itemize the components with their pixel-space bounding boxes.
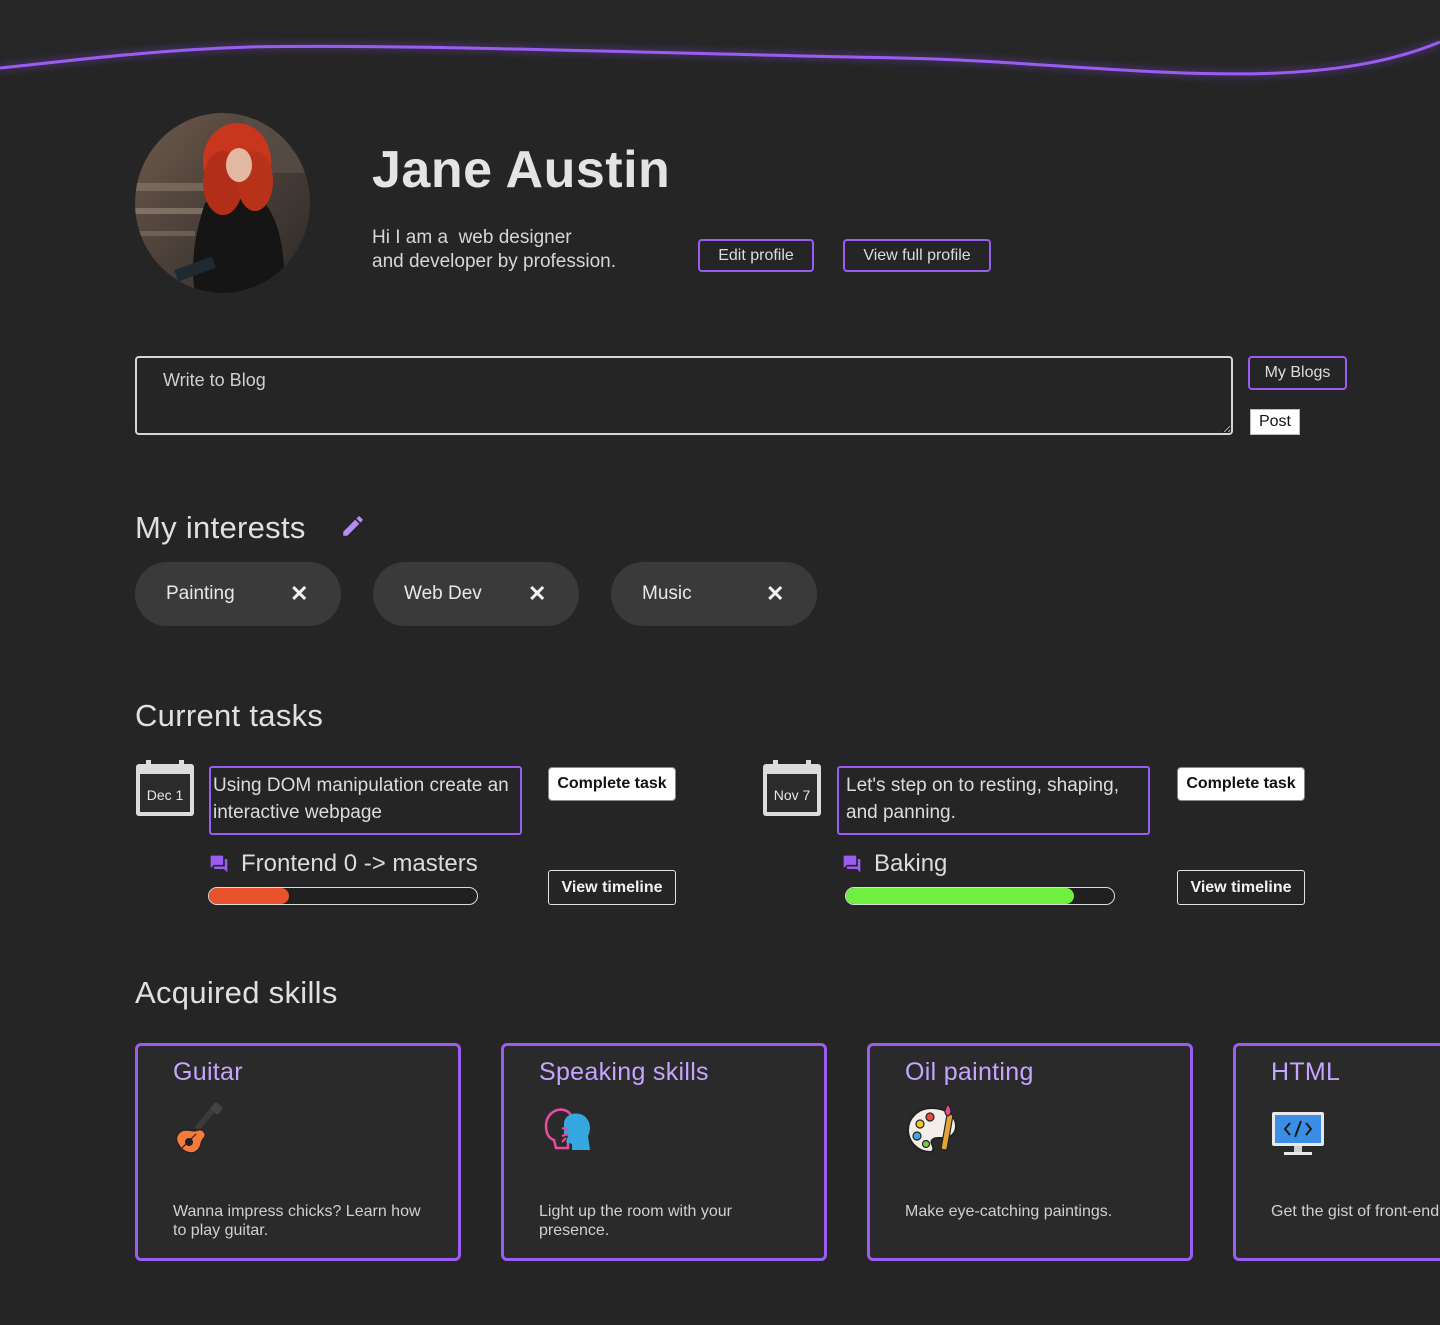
blog-input[interactable] — [135, 356, 1233, 435]
close-icon[interactable]: ✕ — [290, 581, 308, 607]
skill-card-guitar[interactable]: Guitar Wanna impress chicks? Learn how t… — [135, 1043, 461, 1261]
profile-bio: Hi I am a web designer and developer by … — [372, 226, 672, 274]
my-blogs-button[interactable]: My Blogs — [1248, 356, 1347, 390]
interest-label: Painting — [166, 583, 235, 604]
skill-description: Light up the room with your presence. — [539, 1203, 732, 1239]
edit-profile-button[interactable]: Edit profile — [698, 239, 814, 272]
project-name: Baking — [874, 850, 948, 877]
avatar — [135, 113, 310, 293]
monitor-code-icon — [1272, 1112, 1324, 1155]
interest-chip-music: Music ✕ — [611, 562, 817, 626]
header-wave — [0, 0, 1440, 100]
chat-icon — [210, 855, 228, 873]
palette-icon — [906, 1102, 958, 1154]
progress-bar — [845, 887, 1115, 905]
calendar-icon: Dec 1 — [134, 760, 196, 818]
task-date: Nov 7 — [773, 787, 811, 803]
project-name: Frontend 0 -> masters — [241, 850, 478, 877]
skill-title: HTML — [1271, 1058, 1341, 1086]
interest-chip-painting: Painting ✕ — [135, 562, 341, 626]
skill-title: Oil painting — [905, 1058, 1034, 1086]
complete-task-button[interactable]: Complete task — [548, 767, 676, 801]
task-date: Dec 1 — [146, 787, 184, 803]
skill-card-speaking[interactable]: Speaking skills Light up the room with y… — [501, 1043, 827, 1261]
skill-title: Speaking skills — [539, 1058, 709, 1086]
interest-label: Music — [642, 583, 692, 604]
interests-title: My interests — [135, 510, 306, 545]
skill-card-oil-painting[interactable]: Oil painting Make eye-catching paintings… — [867, 1043, 1193, 1261]
view-timeline-button[interactable]: View timeline — [1177, 870, 1305, 905]
post-button[interactable]: Post — [1250, 409, 1300, 435]
task-description: Let's step on to resting, shaping, and p… — [837, 766, 1150, 835]
skill-description: Get the gist of front-end — [1271, 1203, 1440, 1220]
progress-fill — [846, 888, 1074, 904]
pencil-icon[interactable] — [340, 513, 366, 539]
close-icon[interactable]: ✕ — [766, 581, 784, 607]
view-full-profile-button[interactable]: View full profile — [843, 239, 991, 272]
skill-card-html[interactable]: HTML Get the gist of front-end — [1233, 1043, 1440, 1261]
bio-line-2: and developer by profession. — [372, 251, 616, 272]
skill-description: Make eye-catching paintings. — [905, 1203, 1113, 1220]
progress-fill — [209, 888, 290, 904]
task-description: Using DOM manipulation create an interac… — [209, 766, 522, 835]
skill-description: Wanna impress chicks? Learn how to play … — [173, 1203, 421, 1239]
view-timeline-button[interactable]: View timeline — [548, 870, 676, 905]
progress-bar — [208, 887, 478, 905]
skills-title: Acquired skills — [135, 975, 338, 1010]
profile-name: Jane Austin — [372, 141, 671, 199]
complete-task-button[interactable]: Complete task — [1177, 767, 1305, 801]
interest-label: Web Dev — [404, 583, 482, 604]
skill-title: Guitar — [173, 1058, 243, 1086]
interest-chip-webdev: Web Dev ✕ — [373, 562, 579, 626]
calendar-icon: Nov 7 — [761, 760, 823, 818]
close-icon[interactable]: ✕ — [528, 581, 546, 607]
chat-icon — [843, 855, 861, 873]
bio-line-1: Hi I am a web designer — [372, 227, 572, 248]
tasks-title: Current tasks — [135, 698, 324, 733]
guitar-icon — [175, 1102, 223, 1154]
speaking-heads-icon — [544, 1108, 590, 1150]
